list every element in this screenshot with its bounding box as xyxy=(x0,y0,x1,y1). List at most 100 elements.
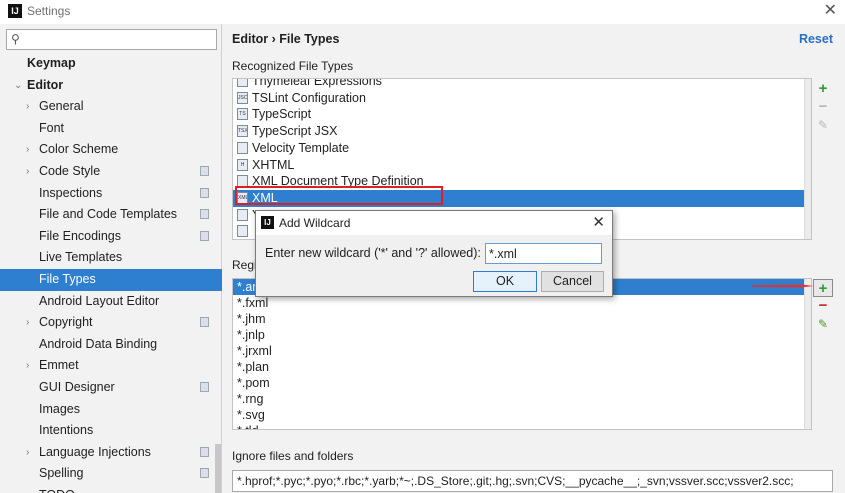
dialog-close-icon[interactable]: ✕ xyxy=(592,213,605,231)
file-type-row[interactable]: TS TypeScript xyxy=(233,106,811,123)
chevron-right-icon[interactable]: › xyxy=(26,161,29,183)
file-type-row[interactable]: Thymeleaf Expressions xyxy=(233,79,811,90)
chevron-right-icon[interactable]: › xyxy=(26,139,29,161)
chevron-down-icon[interactable]: ⌄ xyxy=(14,75,22,97)
sidebar-item-label: Android Data Binding xyxy=(39,336,158,351)
file-type-icon: TSX xyxy=(237,125,248,138)
file-type-name: TypeScript xyxy=(252,107,312,122)
sidebar-item-file-types[interactable]: File Types xyxy=(0,268,222,291)
sidebar-item-intentions[interactable]: Intentions xyxy=(0,420,222,442)
file-type-row[interactable]: TSX TypeScript JSX xyxy=(233,123,811,140)
file-type-icon xyxy=(237,141,248,154)
file-type-icon xyxy=(237,208,248,221)
sidebar-item-file-and-code-templates[interactable]: File and Code Templates xyxy=(0,204,222,226)
wildcard-input[interactable] xyxy=(485,243,602,264)
pattern-row[interactable]: *.rng xyxy=(233,391,811,407)
reset-link[interactable]: Reset xyxy=(799,32,833,46)
dialog-app-logo: IJ xyxy=(261,216,274,229)
chevron-right-icon[interactable]: › xyxy=(26,442,29,464)
registered-patterns-label: Regi xyxy=(232,258,257,272)
sidebar-item-live-templates[interactable]: Live Templates xyxy=(0,247,222,269)
sidebar-item-label: General xyxy=(39,99,84,114)
sidebar-item-language-injections[interactable]: › Language Injections xyxy=(0,442,222,464)
sidebar-item-label: File Types xyxy=(39,271,96,286)
file-type-name: XHTML xyxy=(252,157,295,172)
pattern-row[interactable]: *.svg xyxy=(233,407,811,423)
chevron-right-icon[interactable]: › xyxy=(26,96,29,118)
sidebar-item-label: Editor xyxy=(27,77,64,92)
sidebar-item-label: Color Scheme xyxy=(39,142,119,157)
file-type-row[interactable]: Velocity Template xyxy=(233,140,811,157)
sidebar-item-images[interactable]: Images xyxy=(0,399,222,421)
pattern-row[interactable]: *.tld xyxy=(233,423,811,429)
edit-file-type-button[interactable]: ✎ xyxy=(813,116,833,134)
dialog-title: Add Wildcard xyxy=(279,216,351,230)
file-type-name: TypeScript JSX xyxy=(252,124,338,139)
sidebar-item-label: Language Injections xyxy=(39,444,151,459)
breadcrumb: Editor › File Types xyxy=(232,32,340,46)
search-input[interactable]: ⚲ xyxy=(6,29,217,50)
sidebar-item-todo[interactable]: TODO xyxy=(0,485,222,493)
sidebar-scrollbar[interactable] xyxy=(215,444,221,493)
pattern-row[interactable]: *.pom xyxy=(233,375,811,391)
pattern-row[interactable]: *.plan xyxy=(233,359,811,375)
sidebar-item-android-layout-editor[interactable]: Android Layout Editor xyxy=(0,291,222,313)
title-bar: IJ Settings ✕ xyxy=(0,0,845,24)
xml-highlight-box xyxy=(235,186,443,205)
search-icon: ⚲ xyxy=(11,32,20,46)
sidebar-item-code-style[interactable]: › Code Style xyxy=(0,161,222,183)
sidebar-item-android-data-binding[interactable]: Android Data Binding xyxy=(0,334,222,356)
file-type-name: Velocity Template xyxy=(252,140,350,155)
file-type-row[interactable]: JSON TSLint Configuration xyxy=(233,90,811,107)
sidebar-item-copyright[interactable]: › Copyright xyxy=(0,312,222,334)
remove-pattern-button[interactable]: − xyxy=(813,297,833,315)
file-types-scrollbar[interactable] xyxy=(804,79,811,239)
file-type-icon: H xyxy=(237,158,248,171)
sidebar-item-inspections[interactable]: Inspections xyxy=(0,183,222,205)
chevron-right-icon[interactable]: › xyxy=(26,312,29,334)
patterns-scrollbar[interactable] xyxy=(804,279,811,429)
edit-pattern-button[interactable]: ✎ xyxy=(813,315,833,333)
project-settings-icon xyxy=(200,468,209,479)
remove-file-type-button[interactable]: − xyxy=(813,98,833,116)
dialog-title-bar: IJ Add Wildcard ✕ xyxy=(256,211,612,235)
sidebar-item-label: Images xyxy=(39,401,80,416)
sidebar-item-color-scheme[interactable]: › Color Scheme xyxy=(0,139,222,161)
sidebar-item-file-encodings[interactable]: File Encodings xyxy=(0,226,222,248)
sidebar-item-keymap[interactable]: Keymap xyxy=(0,53,222,75)
sidebar-item-label: Emmet xyxy=(39,358,79,373)
chevron-right-icon[interactable]: › xyxy=(26,355,29,377)
sidebar-item-label: Font xyxy=(39,120,65,135)
project-settings-icon xyxy=(200,381,209,392)
sidebar-item-gui-designer[interactable]: GUI Designer xyxy=(0,377,222,399)
pattern-row[interactable]: *.jnlp xyxy=(233,327,811,343)
sidebar-item-label: GUI Designer xyxy=(39,379,115,394)
add-file-type-button[interactable]: + xyxy=(813,80,833,98)
sidebar-item-emmet[interactable]: › Emmet xyxy=(0,355,222,377)
sidebar-item-label: Live Templates xyxy=(39,250,123,265)
recognized-file-types-label: Recognized File Types xyxy=(232,59,354,73)
file-type-row[interactable]: H XHTML xyxy=(233,157,811,174)
sidebar-item-editor[interactable]: ⌄ Editor xyxy=(0,75,222,97)
pattern-row[interactable]: *.fxml xyxy=(233,295,811,311)
project-settings-icon xyxy=(200,187,209,198)
sidebar-item-label: Copyright xyxy=(39,315,93,330)
sidebar-item-spelling[interactable]: Spelling xyxy=(0,463,222,485)
file-type-icon: JSON xyxy=(237,91,248,104)
settings-tree: Keymap ⌄ Editor › General Font › Color Scheme › C… xyxy=(0,53,222,493)
file-type-name: TSLint Configuration xyxy=(252,90,366,105)
sidebar-item-font[interactable]: Font xyxy=(0,118,222,140)
file-type-icon: TS xyxy=(237,108,248,121)
pattern-row[interactable]: *.jhm xyxy=(233,311,811,327)
close-icon[interactable]: ✕ xyxy=(824,2,837,20)
sidebar-item-label: Android Layout Editor xyxy=(39,293,160,308)
ok-button[interactable]: OK xyxy=(473,271,537,292)
ignore-files-input[interactable]: *.hprof;*.pyc;*.pyo;*.rbc;*.yarb;*~;.DS_… xyxy=(232,470,833,492)
sidebar-item-label: Intentions xyxy=(39,423,94,438)
sidebar-item-label: TODO xyxy=(39,485,75,493)
pattern-row[interactable]: *.jrxml xyxy=(233,343,811,359)
registered-patterns-list[interactable]: *.tld*.svg*.rng*.pom*.plan*.jrxml*.jnlp*… xyxy=(232,278,812,430)
cancel-button[interactable]: Cancel xyxy=(541,271,604,292)
sidebar-item-general[interactable]: › General xyxy=(0,96,222,118)
add-pattern-button[interactable]: + xyxy=(813,279,833,297)
